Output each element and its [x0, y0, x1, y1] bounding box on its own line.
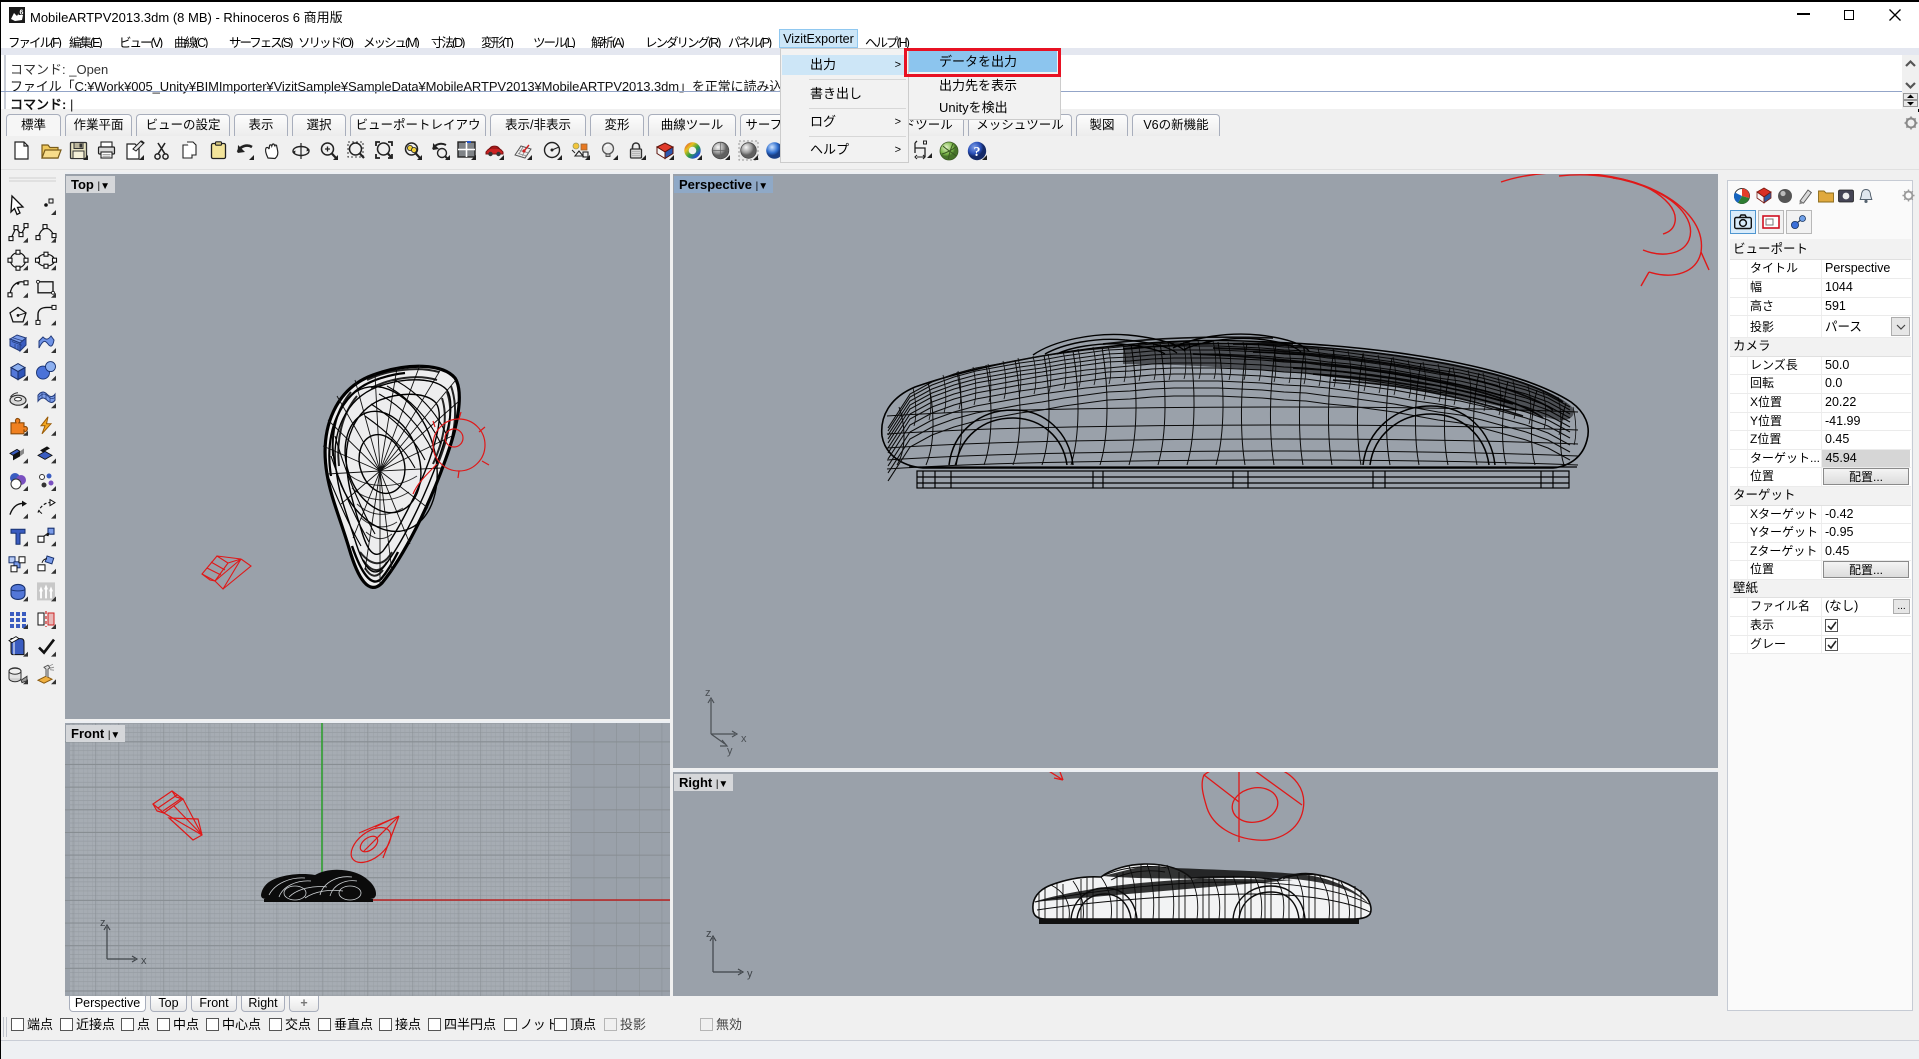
svg-text:z: z	[100, 917, 106, 929]
svg-text:?: ?	[974, 145, 981, 160]
svg-text:x: x	[741, 733, 747, 745]
svg-text:z: z	[705, 687, 711, 699]
svg-text:y: y	[747, 968, 753, 980]
svg-text:6: 6	[20, 10, 24, 17]
svg-text:x: x	[141, 955, 147, 967]
svg-text:z: z	[706, 928, 712, 940]
svg-text:y: y	[727, 745, 733, 757]
